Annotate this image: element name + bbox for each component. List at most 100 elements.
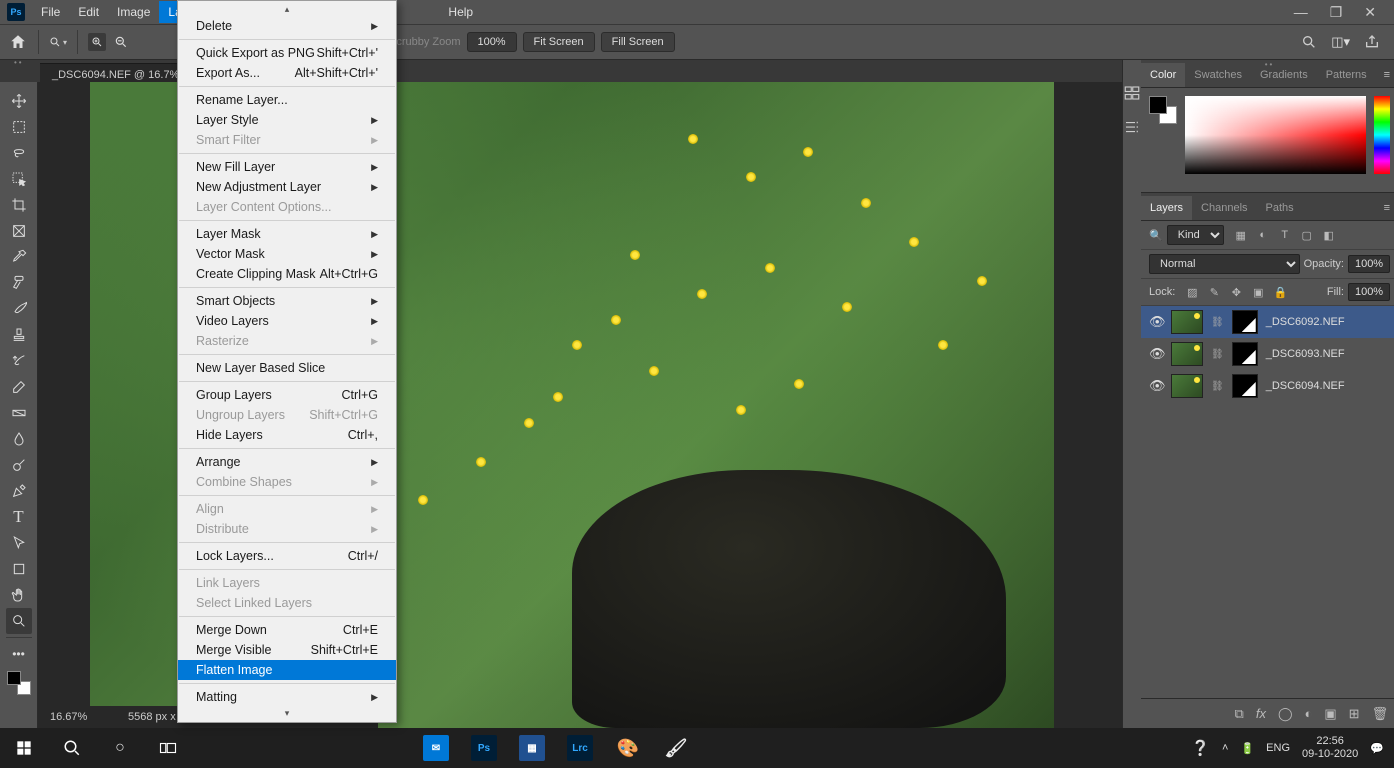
menu-item[interactable]: Vector Mask▶	[178, 244, 396, 264]
menu-file[interactable]: File	[32, 1, 69, 23]
lasso-tool-icon[interactable]	[6, 140, 32, 166]
taskview-icon[interactable]	[144, 728, 192, 768]
menu-image[interactable]: Image	[108, 1, 159, 23]
menu-item[interactable]: Arrange▶	[178, 452, 396, 472]
menu-help[interactable]: Help	[439, 1, 482, 23]
object-select-tool-icon[interactable]	[6, 166, 32, 192]
workspace-switcher-icon[interactable]: ◫▾	[1331, 34, 1350, 50]
cortana-icon[interactable]: ○	[96, 728, 144, 768]
pen-tool-icon[interactable]	[6, 478, 32, 504]
link-layers-icon[interactable]: ⧉	[1235, 706, 1244, 722]
window-close-icon[interactable]: ✕	[1364, 4, 1376, 21]
tray-help-icon[interactable]: ❔	[1191, 739, 1210, 757]
start-button[interactable]	[0, 728, 48, 768]
path-select-tool-icon[interactable]	[6, 530, 32, 556]
layer-filter-kind[interactable]: Kind	[1167, 225, 1224, 245]
marquee-tool-icon[interactable]	[6, 114, 32, 140]
layer-item[interactable]: 👁 ⛓ _DSC6093.NEF	[1141, 338, 1394, 370]
hand-tool-icon[interactable]	[6, 582, 32, 608]
layer-filter-icons[interactable]: ▦ ◐ T ▢ ◧	[1234, 229, 1336, 242]
lock-position-icon[interactable]: ✥	[1229, 286, 1243, 299]
layer-mask-thumbnail[interactable]	[1232, 310, 1258, 334]
layer-name[interactable]: _DSC6093.NEF	[1266, 348, 1345, 360]
layer-name[interactable]: _DSC6092.NEF	[1266, 316, 1345, 328]
menu-item[interactable]: Quick Export as PNGShift+Ctrl+'	[178, 43, 396, 63]
app-lightroom-icon[interactable]: Lrc	[556, 728, 604, 768]
app-paint-icon[interactable]: 🎨	[604, 728, 652, 768]
app-calculator-icon[interactable]: ▦	[508, 728, 556, 768]
status-zoom[interactable]: 16.67%	[50, 711, 110, 723]
fill-value[interactable]: 100%	[1348, 283, 1390, 301]
home-icon[interactable]	[8, 32, 28, 52]
layer-thumbnail[interactable]	[1171, 342, 1203, 366]
color-swatches-icon[interactable]	[7, 671, 31, 695]
toolbar-grip-icon[interactable]: ••	[14, 58, 24, 67]
app-mail-icon[interactable]: ✉	[412, 728, 460, 768]
menu-item[interactable]: Layer Style▶	[178, 110, 396, 130]
zoom-in-icon[interactable]	[88, 33, 106, 51]
menu-item[interactable]: New Adjustment Layer▶	[178, 177, 396, 197]
menu-scroll-down-icon[interactable]: ▾	[178, 707, 396, 720]
blur-tool-icon[interactable]	[6, 426, 32, 452]
shape-tool-icon[interactable]	[6, 556, 32, 582]
color-picker[interactable]	[1185, 96, 1366, 174]
gradient-tool-icon[interactable]	[6, 400, 32, 426]
opacity-value[interactable]: 100%	[1348, 255, 1390, 273]
fg-bg-color-icon[interactable]	[1149, 96, 1177, 124]
menu-item[interactable]: Delete▶	[178, 16, 396, 36]
zoom-value-field[interactable]: 100%	[467, 32, 517, 52]
window-restore-icon[interactable]: ❐	[1330, 4, 1343, 21]
eyedropper-tool-icon[interactable]	[6, 244, 32, 270]
search-icon[interactable]	[1301, 34, 1317, 50]
layer-item[interactable]: 👁 ⛓ _DSC6092.NEF	[1141, 306, 1394, 338]
filter-pixel-icon[interactable]: ▦	[1234, 229, 1248, 242]
dodge-tool-icon[interactable]	[6, 452, 32, 478]
zoom-out-icon[interactable]	[112, 33, 130, 51]
layer-mask-thumbnail[interactable]	[1232, 374, 1258, 398]
lock-pixels-icon[interactable]: ✎	[1207, 286, 1221, 299]
menu-item[interactable]: Create Clipping MaskAlt+Ctrl+G	[178, 264, 396, 284]
menu-item[interactable]: Layer Mask▶	[178, 224, 396, 244]
tab-channels[interactable]: Channels	[1192, 196, 1256, 220]
properties-panel-icon[interactable]	[1123, 118, 1141, 136]
tray-battery-icon[interactable]: 🔋	[1240, 742, 1254, 755]
healing-tool-icon[interactable]	[6, 270, 32, 296]
layer-fx-icon[interactable]: fx	[1256, 706, 1266, 721]
frame-tool-icon[interactable]	[6, 218, 32, 244]
layer-item[interactable]: 👁 ⛓ _DSC6094.NEF	[1141, 370, 1394, 402]
layer-mask-thumbnail[interactable]	[1232, 342, 1258, 366]
filter-adjust-icon[interactable]: ◐	[1256, 229, 1270, 242]
layer-thumbnail[interactable]	[1171, 374, 1203, 398]
adjustment-layer-icon[interactable]: ◐	[1305, 706, 1313, 721]
app-photoshop-icon[interactable]: Ps	[460, 728, 508, 768]
menu-item[interactable]: Rename Layer...	[178, 90, 396, 110]
menu-edit[interactable]: Edit	[69, 1, 108, 23]
tab-paths[interactable]: Paths	[1257, 196, 1303, 220]
menu-item[interactable]: Matting▶	[178, 687, 396, 707]
tab-layers[interactable]: Layers	[1141, 196, 1192, 220]
stamp-tool-icon[interactable]	[6, 322, 32, 348]
tab-patterns[interactable]: Patterns	[1317, 63, 1376, 87]
filter-smart-icon[interactable]: ◧	[1322, 229, 1336, 242]
delete-layer-icon[interactable]: 🗑	[1372, 706, 1389, 722]
search-button[interactable]	[48, 728, 96, 768]
visibility-icon[interactable]: 👁	[1149, 346, 1163, 362]
menu-item[interactable]: Hide LayersCtrl+,	[178, 425, 396, 445]
history-panel-icon[interactable]	[1123, 84, 1141, 102]
move-tool-icon[interactable]	[6, 88, 32, 114]
brush-tool-icon[interactable]	[6, 296, 32, 322]
filter-type-icon[interactable]: T	[1278, 229, 1292, 242]
blend-mode-select[interactable]: Normal	[1149, 254, 1300, 274]
menu-item[interactable]: Export As...Alt+Shift+Ctrl+'	[178, 63, 396, 83]
hue-slider[interactable]	[1374, 96, 1390, 174]
menu-scroll-up-icon[interactable]: ▴	[178, 3, 396, 16]
layer-thumbnail[interactable]	[1171, 310, 1203, 334]
new-layer-icon[interactable]: ⊞	[1349, 706, 1360, 722]
menu-item[interactable]: Merge DownCtrl+E	[178, 620, 396, 640]
add-mask-icon[interactable]: ◯	[1278, 706, 1293, 722]
panel-menu-icon[interactable]: ≡	[1376, 63, 1394, 87]
menu-item[interactable]: Smart Objects▶	[178, 291, 396, 311]
menu-item[interactable]: New Fill Layer▶	[178, 157, 396, 177]
group-icon[interactable]: ▣	[1324, 706, 1336, 722]
menu-item[interactable]: Lock Layers...Ctrl+/	[178, 546, 396, 566]
